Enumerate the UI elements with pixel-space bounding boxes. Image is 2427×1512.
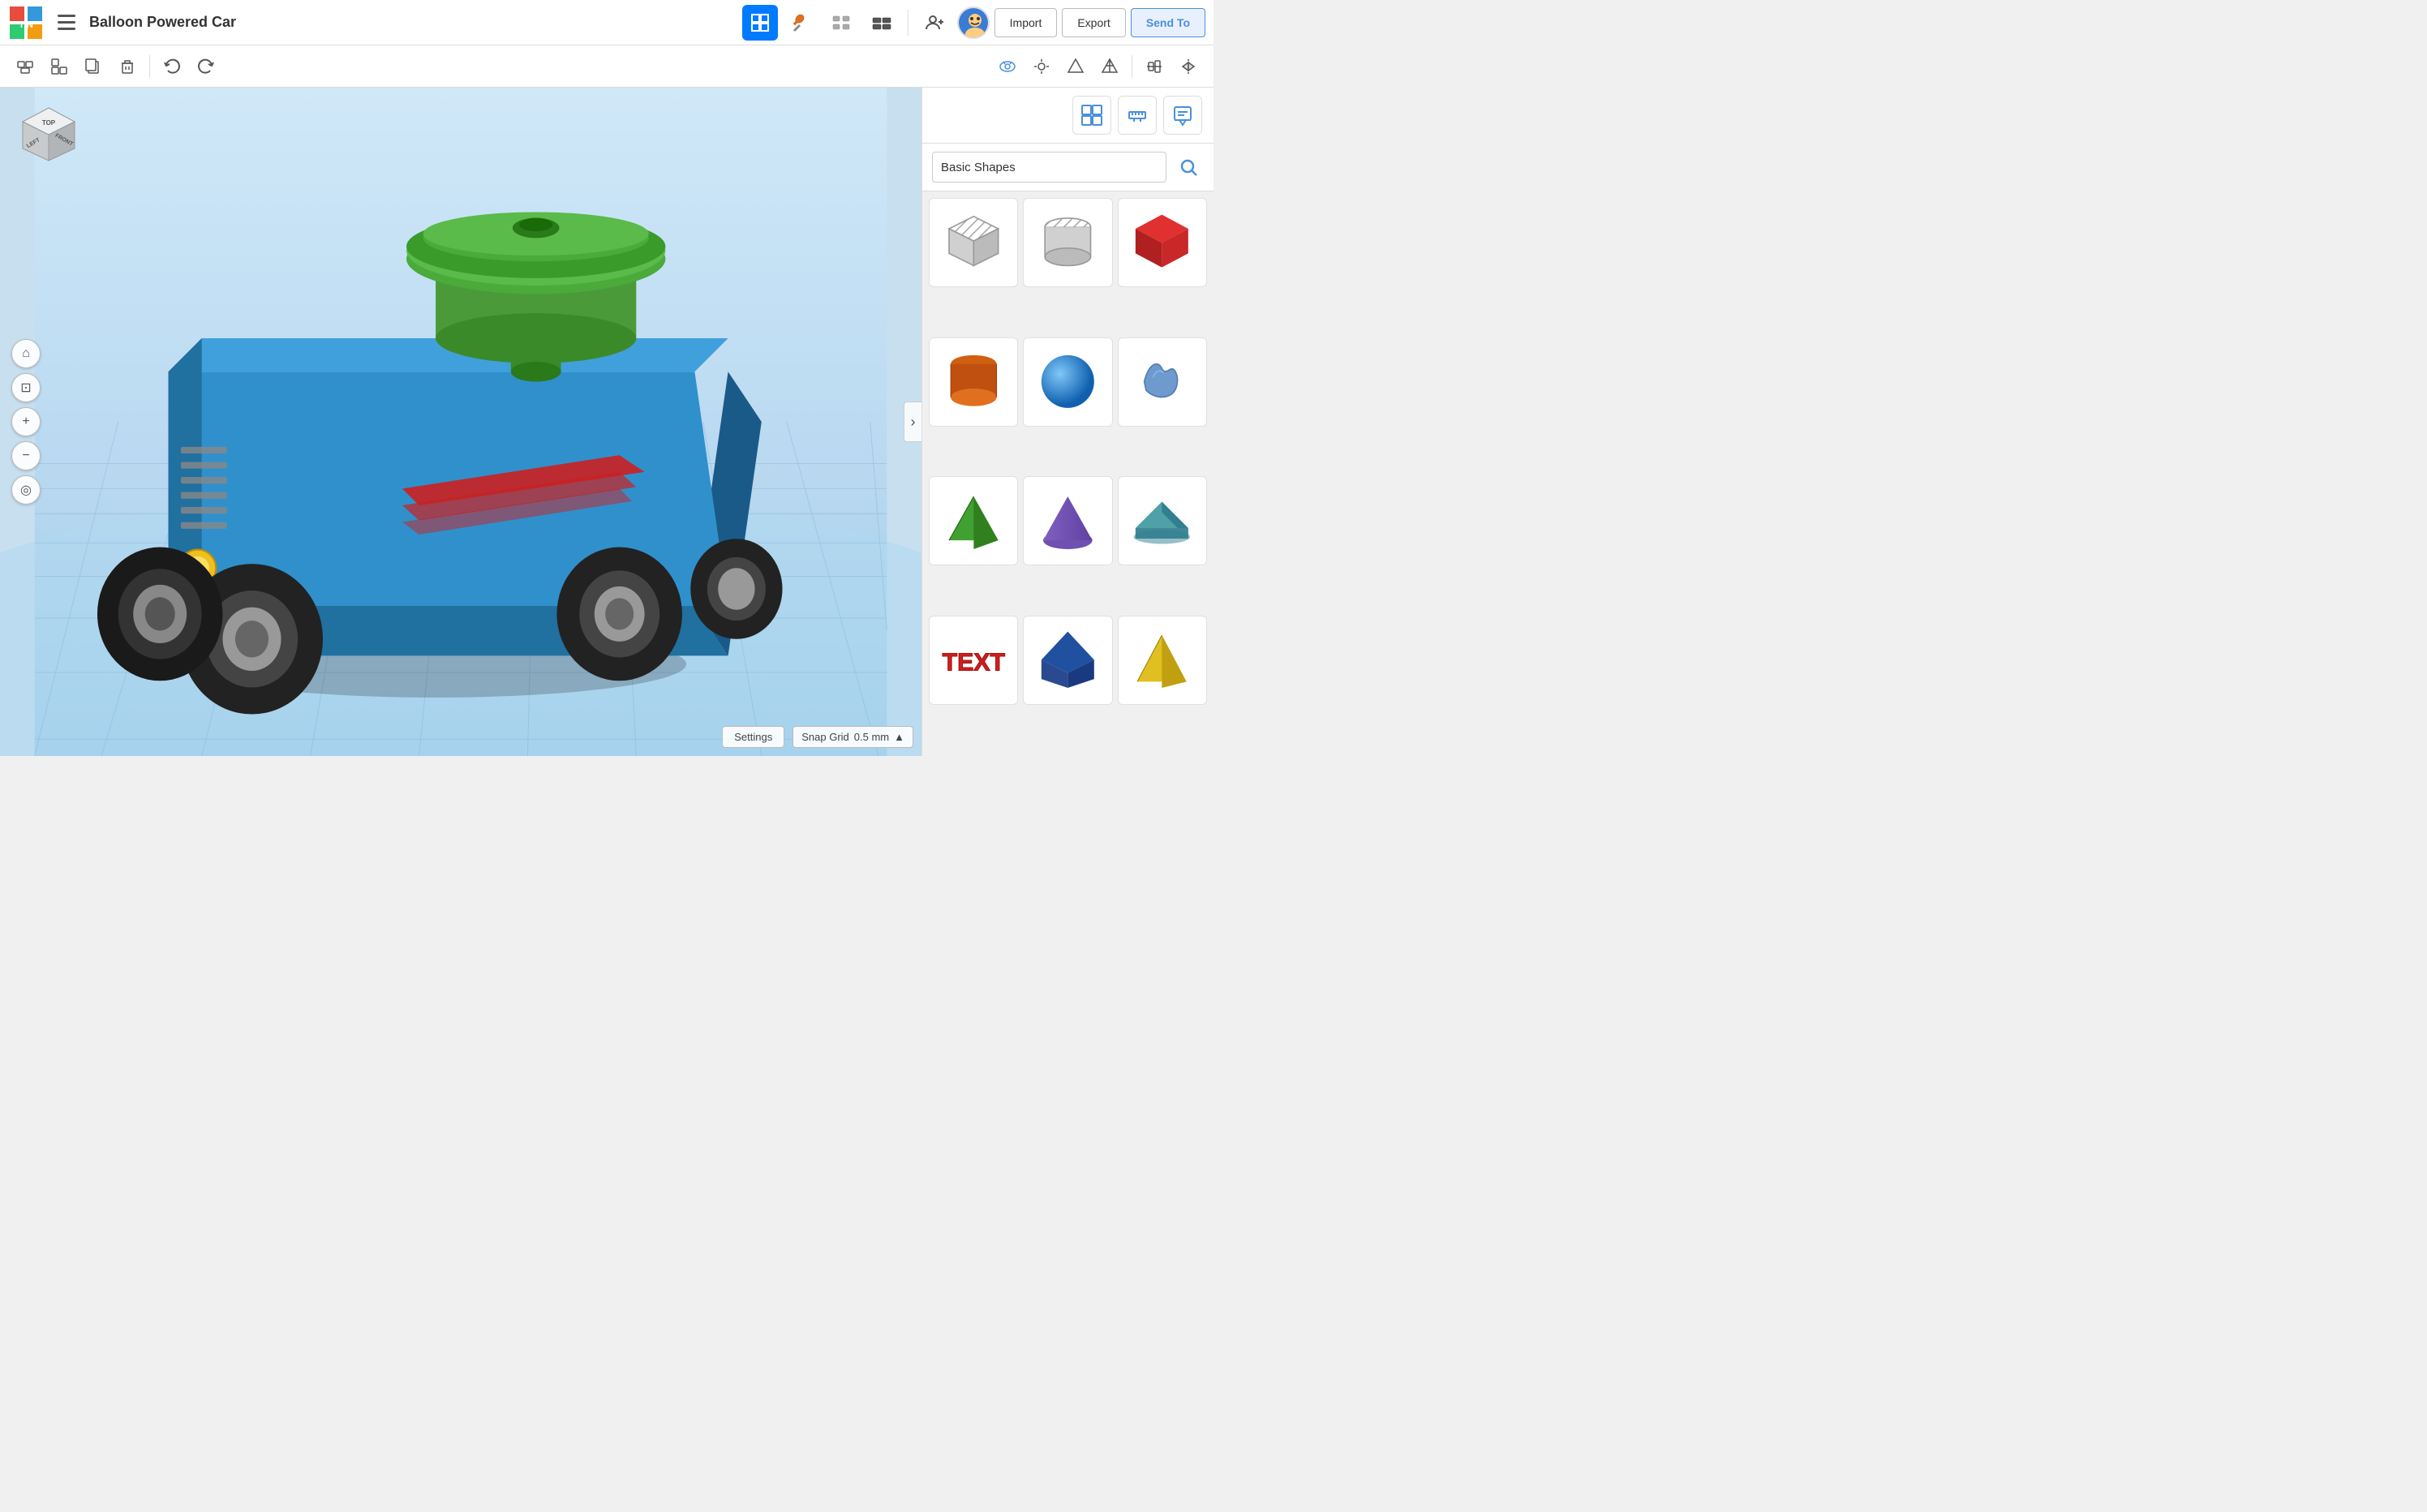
panel-top-icons xyxy=(922,88,1214,144)
search-row: Basic Shapes xyxy=(922,144,1214,191)
collapse-panel-btn[interactable]: › xyxy=(904,402,921,442)
delete-btn[interactable] xyxy=(112,51,143,82)
topbar: TIN Balloon Powered Car xyxy=(0,0,1214,45)
snap-dropdown-icon[interactable]: ▲ xyxy=(894,731,904,743)
shape-box[interactable] xyxy=(1118,198,1207,287)
search-shapes-btn[interactable] xyxy=(1173,152,1204,183)
bottom-bar: Settings Snap Grid 0.5 mm ▲ xyxy=(722,726,913,748)
shape-category-select[interactable]: Basic Shapes xyxy=(932,152,1166,183)
home-view-btn[interactable]: ⌂ xyxy=(11,339,41,368)
shape-roof[interactable] xyxy=(1118,476,1207,565)
shape-pyramid-green[interactable] xyxy=(929,476,1018,565)
panel-ruler-icon[interactable] xyxy=(1118,96,1157,135)
duplicate-btn[interactable] xyxy=(78,51,109,82)
snap-grid-value: 0.5 mm xyxy=(854,731,889,743)
zoom-in-btn[interactable]: + xyxy=(11,407,41,436)
shape-scribble[interactable] xyxy=(1118,337,1207,427)
add-user-btn[interactable] xyxy=(917,5,952,41)
shape-cylinder[interactable] xyxy=(929,337,1018,427)
main-content: TOP LEFT FRONT ⌂ ⊡ + − ◎ › Settings Snap… xyxy=(0,88,1214,756)
svg-text:TIN: TIN xyxy=(19,20,33,30)
zoom-out-btn[interactable]: − xyxy=(11,441,41,470)
light-btn[interactable] xyxy=(1026,51,1057,82)
shape-sphere[interactable] xyxy=(1023,337,1112,427)
grid-view-btn[interactable] xyxy=(742,5,778,41)
ungroup-btn[interactable] xyxy=(44,51,75,82)
align-btn[interactable] xyxy=(1139,51,1170,82)
import-btn[interactable]: Import xyxy=(994,8,1058,37)
shape-pyramid-yellow[interactable] xyxy=(1118,616,1207,705)
svg-text:TOP: TOP xyxy=(42,119,56,127)
menu-icon[interactable] xyxy=(52,8,81,37)
panel-notes-icon[interactable] xyxy=(1163,96,1202,135)
send-to-btn[interactable]: Send To xyxy=(1131,8,1205,37)
shape-hole-box[interactable] xyxy=(929,198,1018,287)
right-panel: Basic Shapes xyxy=(921,88,1214,756)
shape-prism[interactable] xyxy=(1023,616,1112,705)
bricks-btn[interactable] xyxy=(864,5,900,41)
snap-grid[interactable]: Snap Grid 0.5 mm ▲ xyxy=(793,726,913,748)
top-right-icons: Import Export Send To xyxy=(742,5,1205,41)
tinkercad-logo[interactable]: TIN xyxy=(8,5,44,41)
svg-text:TEXT: TEXT xyxy=(942,650,1005,677)
eye-btn[interactable] xyxy=(992,51,1023,82)
shape-cylinder-hole[interactable] xyxy=(1023,198,1112,287)
project-title: Balloon Powered Car xyxy=(89,14,407,31)
avatar[interactable] xyxy=(957,6,990,39)
tb-sep-1 xyxy=(149,55,150,78)
snap-grid-label: Snap Grid xyxy=(801,731,849,743)
wireframe-btn[interactable] xyxy=(1094,51,1125,82)
perspective-btn[interactable]: ◎ xyxy=(11,475,41,505)
viewport[interactable]: TOP LEFT FRONT ⌂ ⊡ + − ◎ › Settings Snap… xyxy=(0,88,921,756)
view-cube[interactable]: TOP LEFT FRONT xyxy=(16,104,81,169)
mirror-btn[interactable] xyxy=(1173,51,1204,82)
panel-grid-icon[interactable] xyxy=(1072,96,1111,135)
tinker-btn[interactable] xyxy=(783,5,818,41)
left-controls: ⌂ ⊡ + − ◎ xyxy=(11,339,41,505)
shape-text[interactable]: TEXT xyxy=(929,616,1018,705)
group-btn[interactable] xyxy=(10,51,41,82)
solid-btn[interactable] xyxy=(1060,51,1091,82)
settings-btn[interactable]: Settings xyxy=(722,726,784,748)
codeblocks-btn[interactable] xyxy=(823,5,859,41)
toolbar xyxy=(0,45,1214,88)
shape-cone[interactable] xyxy=(1023,476,1112,565)
undo-btn[interactable] xyxy=(157,51,187,82)
shapes-grid: TEXT xyxy=(922,191,1214,756)
redo-btn[interactable] xyxy=(191,51,221,82)
fit-view-btn[interactable]: ⊡ xyxy=(11,373,41,402)
export-btn[interactable]: Export xyxy=(1062,8,1125,37)
3d-scene xyxy=(0,88,921,756)
